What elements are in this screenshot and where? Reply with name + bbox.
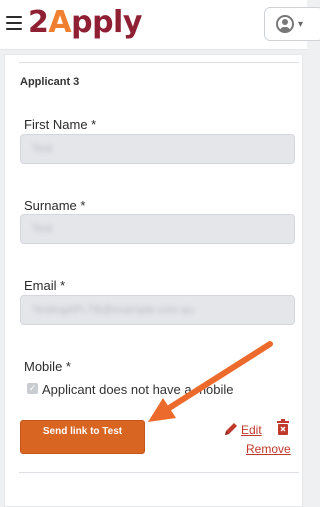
email-label: Email * <box>24 278 66 293</box>
top-divider <box>19 62 299 63</box>
app-logo[interactable]: 2Apply <box>28 5 142 41</box>
applicant-card: Applicant 3 First Name * Test Surname * … <box>4 54 303 507</box>
surname-field[interactable]: Test <box>20 214 295 244</box>
account-menu-button[interactable]: ▾ <box>264 7 320 41</box>
surname-label: Surname * <box>24 198 86 213</box>
trash-icon[interactable] <box>276 419 290 435</box>
surname-value: Test <box>32 223 53 235</box>
edit-link[interactable]: Edit <box>241 423 262 437</box>
user-circle-icon <box>276 15 294 33</box>
bottom-divider <box>19 472 299 473</box>
logo-prefix: 2 <box>28 5 49 40</box>
email-value: TestingAPI.TB@example.com.au <box>32 304 194 316</box>
mobile-label: Mobile * <box>24 359 71 374</box>
no-mobile-label: Applicant does not have a mobile <box>42 382 234 397</box>
email-field[interactable]: TestingAPI.TB@example.com.au <box>20 295 295 325</box>
remove-link[interactable]: Remove <box>246 442 291 456</box>
send-link-button[interactable]: Send link to Test <box>20 420 145 454</box>
first-name-field[interactable]: Test <box>20 134 295 164</box>
hamburger-icon[interactable] <box>6 16 22 30</box>
logo-suffix: pply <box>71 5 142 40</box>
chevron-down-icon: ▾ <box>298 19 304 30</box>
first-name-value: Test <box>32 143 53 155</box>
top-bar: 2Apply ▾ <box>0 0 320 50</box>
logo-highlight: A <box>48 5 72 40</box>
applicant-title: Applicant 3 <box>20 76 80 88</box>
first-name-label: First Name * <box>24 117 97 132</box>
pencil-icon[interactable] <box>223 421 239 437</box>
no-mobile-checkbox[interactable]: ✓ <box>27 383 38 394</box>
